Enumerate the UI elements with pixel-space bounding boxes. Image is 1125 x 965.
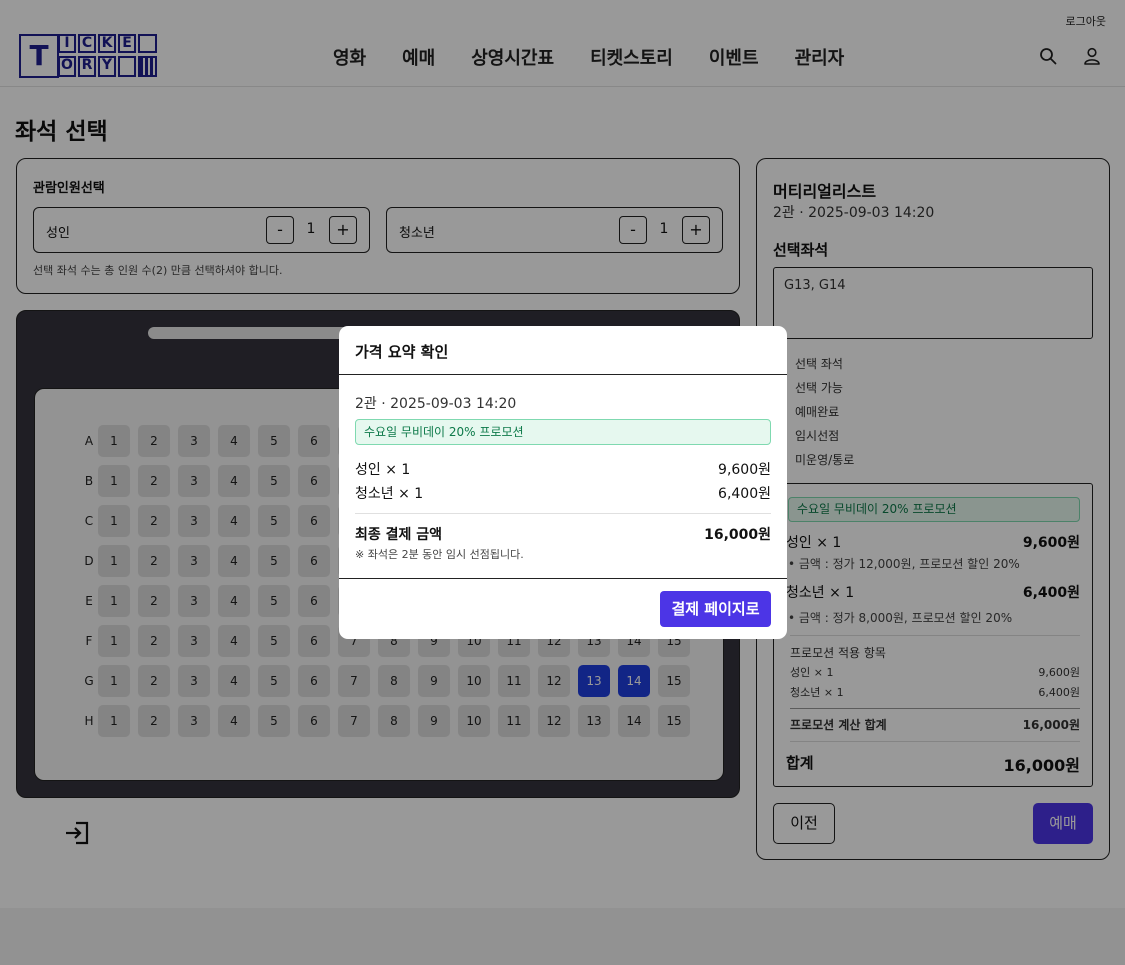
modal-adult-price: 9,600원: [718, 462, 771, 478]
modal-showtime: 2관 · 2025-09-03 14:20: [355, 396, 517, 412]
modal-adult-label: 성인 × 1: [355, 462, 411, 478]
modal-promo-badge: 수요일 무비데이 20% 프로모션: [355, 419, 771, 445]
modal-divider: [355, 513, 771, 514]
modal-header-divider: [339, 374, 787, 375]
modal-title: 가격 요약 확인: [355, 343, 449, 361]
modal-final-row: 최종 결제 금액 16,000원: [355, 524, 771, 544]
modal-youth-label: 청소년 × 1: [355, 486, 424, 502]
go-to-payment-button[interactable]: 결제 페이지로: [660, 591, 771, 627]
modal-final-price: 16,000원: [704, 527, 771, 543]
modal-final-label: 최종 결제 금액: [355, 527, 443, 543]
modal-youth-price: 6,400원: [718, 486, 771, 502]
modal-youth-row: 청소년 × 1 6,400원: [355, 483, 771, 503]
modal-footer-divider: [339, 578, 787, 579]
modal-adult-row: 성인 × 1 9,600원: [355, 459, 771, 479]
price-summary-modal: 가격 요약 확인 2관 · 2025-09-03 14:20 수요일 무비데이 …: [339, 326, 787, 639]
modal-hold-note: ※ 좌석은 2분 동안 임시 선점됩니다.: [355, 548, 524, 561]
